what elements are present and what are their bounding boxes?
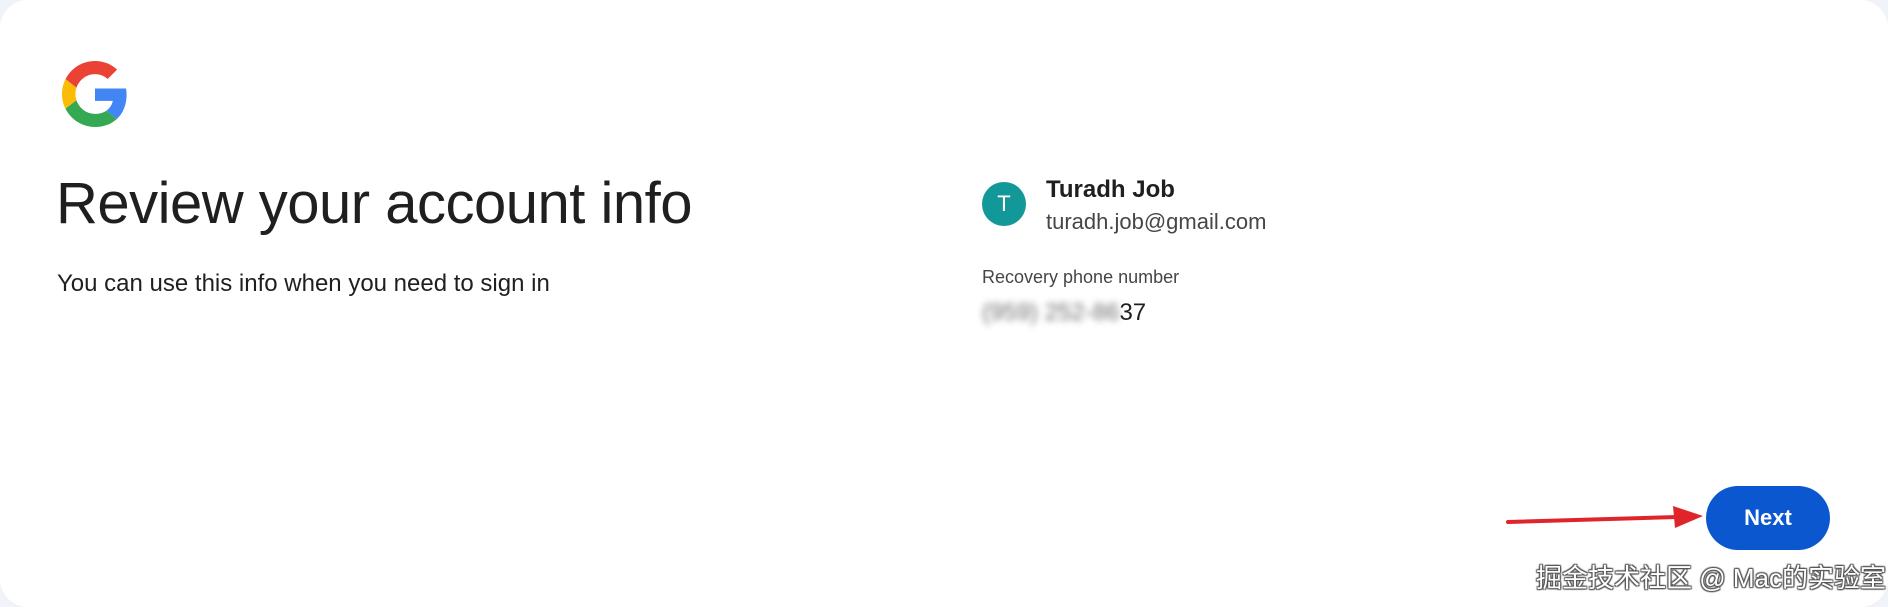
recovery-phone-label: Recovery phone number <box>982 267 1180 287</box>
account-review-card: Review your account info You can use thi… <box>0 0 1888 607</box>
page-subtitle: You can use this info when you need to s… <box>57 270 550 297</box>
red-arrow-annotation-icon <box>1506 506 1703 528</box>
avatar: T <box>982 182 1026 226</box>
account-email: turadh.job@gmail.com <box>1046 209 1267 234</box>
account-details: Turadh Job turadh.job@gmail.com <box>1046 175 1266 239</box>
next-button[interactable]: Next <box>1706 486 1830 550</box>
account-name: Turadh Job <box>1046 176 1175 203</box>
recovery-phone-value: (959) 252-86 37 <box>982 299 1146 327</box>
google-logo-icon <box>62 61 127 127</box>
account-chip: T Turadh Job turadh.job@gmail.com <box>982 175 1266 245</box>
watermark: 掘金技术社区 @ Mac的实验室 <box>1536 563 1886 593</box>
page-title: Review your account info <box>56 171 693 236</box>
recovery-phone-blurred: (959) 252-86 <box>982 299 1120 326</box>
recovery-phone-visible-digits: 37 <box>1119 299 1147 326</box>
